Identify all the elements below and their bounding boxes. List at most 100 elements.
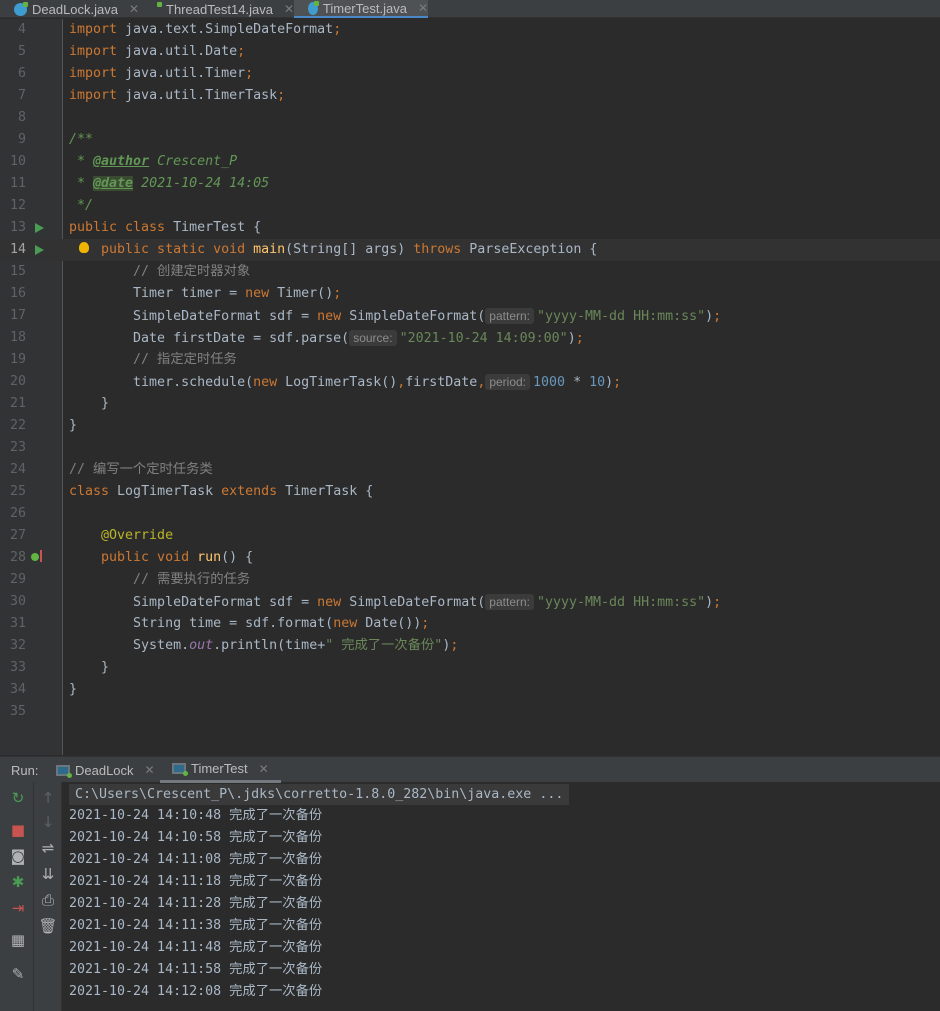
console-output-line: 2021-10-24 14:11:48 完成了一次备份 <box>69 940 323 955</box>
code-line[interactable]: 32 System.out.println(time+" 完成了一次备份"); <box>0 635 940 657</box>
code-line[interactable]: 7 import java.util.TimerTask; <box>0 85 940 107</box>
code-line[interactable]: 16 Timer timer = new Timer(); <box>0 283 940 305</box>
layout-icon[interactable]: ▦ <box>8 930 28 950</box>
code-line[interactable]: 33 } <box>0 657 940 679</box>
code-token: () { <box>221 550 254 565</box>
camera-icon[interactable]: ◙ <box>8 846 28 866</box>
console-output-line: 2021-10-24 14:11:28 完成了一次备份 <box>69 896 323 911</box>
code-line[interactable]: 19 // 指定定时任务 <box>0 349 940 371</box>
tab-threadtest14[interactable]: ThreadTest14.java ✕ <box>147 0 294 18</box>
override-gutter-icon[interactable] <box>40 550 42 562</box>
line-number: 22 <box>9 418 26 433</box>
pin-icon[interactable]: ✎ <box>8 964 28 984</box>
code-line[interactable]: 11 * @date 2021-10-24 14:05 <box>0 173 940 195</box>
code-line[interactable]: 17 SimpleDateFormat sdf = new SimpleDate… <box>0 305 940 327</box>
code-line[interactable]: 15 // 创建定时器对象 <box>0 261 940 283</box>
code-token: ; <box>450 638 459 653</box>
console-output-line: 2021-10-24 14:11:18 完成了一次备份 <box>69 874 323 889</box>
code-token: Timer timer = <box>69 286 246 301</box>
code-token: ; <box>421 616 430 631</box>
code-line[interactable]: 14 public static void main(String[] args… <box>0 239 940 261</box>
print-icon[interactable]: ⎙ <box>38 890 58 910</box>
code-line[interactable]: 25 class LogTimerTask extends TimerTask { <box>0 481 940 503</box>
code-token: LogTimerTask <box>117 484 222 499</box>
line-number: 25 <box>9 484 26 499</box>
line-number: 31 <box>9 616 26 631</box>
console-actions-toolbar: ↑ ↓ ⇌ ⇊ ⎙ 🗑 <box>34 782 62 1011</box>
rerun-icon[interactable]: ↻ <box>8 788 28 808</box>
debug-icon[interactable]: ✱ <box>8 872 28 892</box>
soft-wrap-icon[interactable]: ⇌ <box>38 838 58 858</box>
up-arrow-icon[interactable]: ↑ <box>38 788 58 808</box>
code-line[interactable]: 35 <box>0 701 940 723</box>
code-line[interactable]: 12 */ <box>0 195 940 217</box>
inlay-hint: pattern: <box>485 308 534 324</box>
code-token: Date firstDate = sdf.parse( <box>69 331 350 346</box>
code-text: SimpleDateFormat sdf = new SimpleDateFor… <box>69 305 721 328</box>
code-token: java.util.TimerTask <box>125 88 278 103</box>
trash-icon[interactable]: 🗑 <box>38 916 58 936</box>
code-text: SimpleDateFormat sdf = new SimpleDateFor… <box>69 591 721 614</box>
scroll-to-end-icon[interactable]: ⇊ <box>38 864 58 884</box>
close-icon[interactable]: ✕ <box>259 762 269 776</box>
code-line[interactable]: 30 SimpleDateFormat sdf = new SimpleDate… <box>0 591 940 613</box>
code-line[interactable]: 31 String time = sdf.format(new Date()); <box>0 613 940 635</box>
code-line[interactable]: 27 @Override <box>0 525 940 547</box>
code-text: } <box>69 393 109 415</box>
code-editor[interactable]: 4 import java.text.SimpleDateFormat; 5 impo… <box>0 19 940 755</box>
override-gutter-icon[interactable] <box>31 553 39 561</box>
line-number: 16 <box>9 286 26 301</box>
tab-timertest[interactable]: TimerTest.java ✕ <box>294 0 428 18</box>
code-token: java.util.Timer <box>125 66 246 81</box>
code-token: new <box>317 595 350 610</box>
code-line[interactable]: 18 Date firstDate = sdf.parse(source: "20… <box>0 327 940 349</box>
run-gutter-icon[interactable] <box>35 245 44 255</box>
code-token: ; <box>237 44 246 59</box>
code-line[interactable]: 5 import java.util.Date; <box>0 41 940 63</box>
code-line[interactable]: 13 public class TimerTest { <box>0 217 940 239</box>
line-number: 9 <box>17 132 26 147</box>
run-tab-timertest[interactable]: TimerTest ✕ <box>160 757 281 783</box>
code-token: @date <box>93 176 134 191</box>
tab-deadlock[interactable]: DeadLock.java ✕ <box>0 0 147 18</box>
line-number: 6 <box>17 66 26 81</box>
down-arrow-icon[interactable]: ↓ <box>38 812 58 832</box>
code-token: " 完成了一次备份" <box>325 638 443 653</box>
code-token: String time = sdf.format( <box>69 616 334 631</box>
line-number: 17 <box>9 308 26 323</box>
code-token: TimerTest { <box>173 220 262 235</box>
code-line[interactable]: 28 public void run() { <box>0 547 940 569</box>
code-text: // 指定定时任务 <box>69 349 237 371</box>
code-token: * <box>69 176 94 191</box>
tab-label: TimerTest.java <box>322 0 407 16</box>
close-icon[interactable]: ✕ <box>129 2 139 16</box>
code-token: * <box>69 154 94 169</box>
code-line[interactable]: 4 import java.text.SimpleDateFormat; <box>0 19 940 41</box>
code-token: } <box>69 396 110 411</box>
close-icon[interactable]: ✕ <box>418 1 428 15</box>
code-line[interactable]: 8 <box>0 107 940 129</box>
console-output-line: 2021-10-24 14:11:58 完成了一次备份 <box>69 962 323 977</box>
close-icon[interactable]: ✕ <box>145 763 155 777</box>
inlay-hint: source: <box>349 330 397 346</box>
code-text: timer.schedule(new LogTimerTask(),firstD… <box>69 371 621 394</box>
run-gutter-icon[interactable] <box>35 223 44 233</box>
code-line[interactable]: 26 <box>0 503 940 525</box>
run-tab-deadlock[interactable]: DeadLock ✕ <box>56 757 155 783</box>
code-line[interactable]: 9 /** <box>0 129 940 151</box>
exit-icon[interactable]: ⇥ <box>8 898 28 918</box>
code-line[interactable]: 20 timer.schedule(new LogTimerTask(),fir… <box>0 371 940 393</box>
line-number: 35 <box>9 704 26 719</box>
code-token: } <box>69 418 78 433</box>
code-line[interactable]: 23 <box>0 437 940 459</box>
stop-icon[interactable]: ■ <box>8 820 28 840</box>
code-line[interactable]: 29 // 需要执行的任务 <box>0 569 940 591</box>
code-line[interactable]: 22} <box>0 415 940 437</box>
code-line[interactable]: 10 * @author Crescent_P <box>0 151 940 173</box>
code-text: String time = sdf.format(new Date()); <box>69 613 429 635</box>
code-line[interactable]: 24 // 编写一个定时任务类 <box>0 459 940 481</box>
close-icon[interactable]: ✕ <box>284 2 294 16</box>
code-line[interactable]: 34} <box>0 679 940 701</box>
code-line[interactable]: 6 import java.util.Timer; <box>0 63 940 85</box>
code-line[interactable]: 21 } <box>0 393 940 415</box>
